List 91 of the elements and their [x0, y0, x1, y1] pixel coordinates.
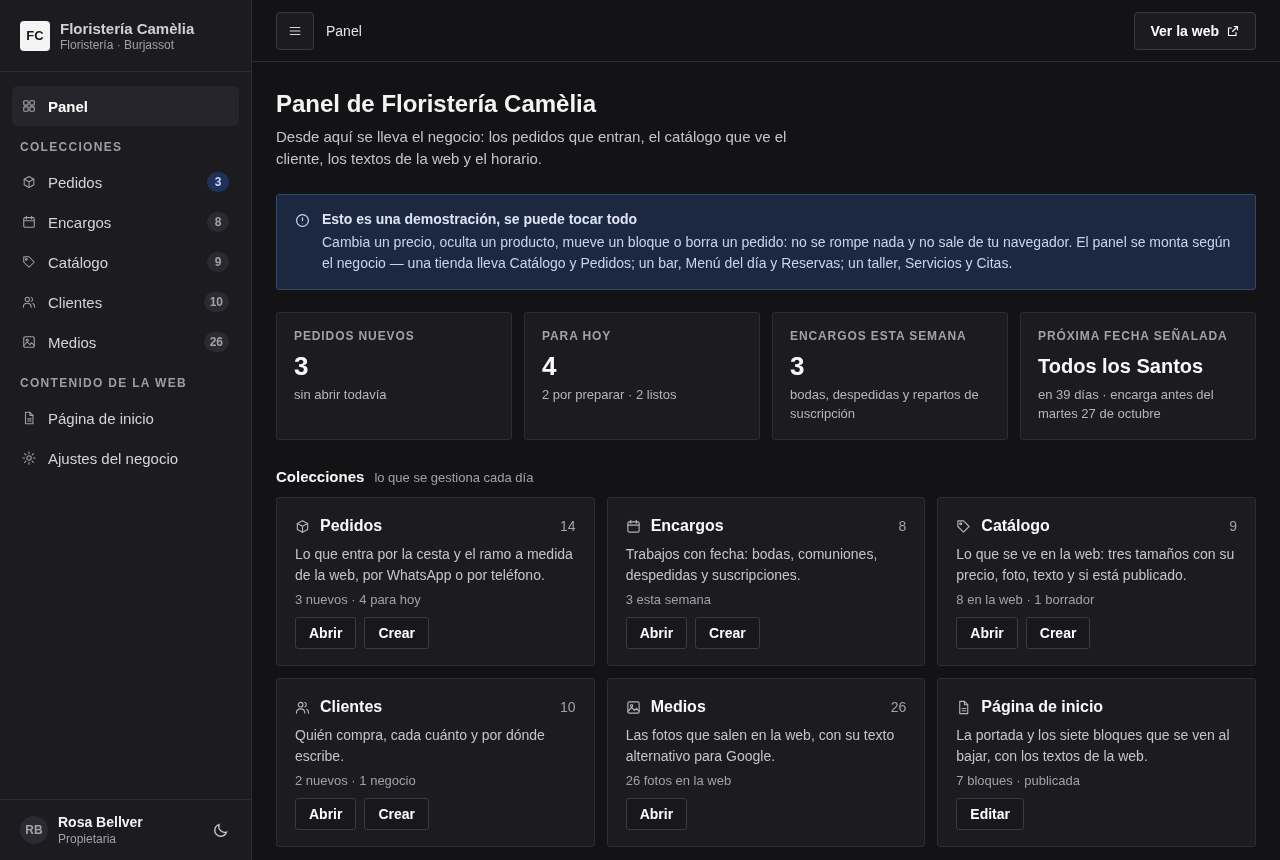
stat-value: Todos los Santos: [1038, 354, 1205, 379]
stat-label: PEDIDOS NUEVOS: [294, 329, 416, 343]
card-count: 10: [560, 699, 576, 715]
image-icon: [22, 335, 36, 349]
card-button[interactable]: Abrir: [295, 617, 357, 649]
nav-item[interactable]: Página de inicio: [12, 398, 239, 438]
notice-text: Cambia un precio, oculta un producto, mueve un bloque o borra un pedido: no se rompe nada y no sale de tu navegador. El panel se monta según el negocio — una tienda lleva Catálogo y Pedidos; un bar, Menú del día y Reservas; un taller, Servicios y Citas.: [322, 233, 1232, 273]
section-heading: COLECCIONES: [19, 139, 124, 156]
nav-item[interactable]: Ajustes del negocio: [12, 438, 239, 478]
box-icon: [22, 175, 36, 189]
sun-icon: [22, 451, 36, 465]
users-icon: [295, 699, 310, 715]
tag-icon: [956, 518, 972, 534]
info-icon: [295, 213, 310, 228]
stat-value: 3: [790, 351, 806, 381]
card-description: La portada y los siete bloques que se ven al bajar, con los textos de la web.: [956, 726, 1231, 766]
card-count: 9: [1229, 518, 1237, 534]
count-badge: 26: [203, 332, 229, 352]
page-description: Desde aquí se lleva el negocio: los pedidos que entran, el catálogo que ve el cliente, los textos de la web y el horario.: [276, 127, 788, 169]
stat-label: PARA HOY: [542, 329, 613, 343]
section-heading: CONTENIDO DE LA WEB: [19, 375, 188, 392]
card-meta: 3 nuevos · 4 para hoy: [295, 592, 422, 607]
card-count: 14: [560, 518, 576, 534]
card-button[interactable]: Crear: [695, 617, 760, 649]
users-icon: [22, 295, 36, 309]
notice-title: Esto es una demostración, se puede tocar todo: [322, 211, 639, 227]
card-button[interactable]: Crear: [1025, 617, 1091, 649]
user-role: Propietaria: [58, 832, 118, 846]
brand-subtitle: Floristería · Burjassot: [60, 37, 176, 52]
stat-note: bodas, despedidas y repartos de suscripción: [790, 386, 980, 423]
box-icon: [295, 518, 310, 534]
card-description: Trabajos con fecha: bodas, comuniones, despedidas y suscripciones.: [625, 545, 879, 585]
card-count: 8: [898, 518, 907, 534]
avatar: RB: [20, 816, 48, 844]
nav-item[interactable]: Encargos 8: [12, 202, 239, 242]
nav-item[interactable]: Pedidos 3: [12, 162, 239, 202]
card-meta: 26 fotos en la web: [625, 773, 733, 788]
count-badge: 9: [207, 252, 229, 272]
stat-value: 3: [294, 351, 310, 381]
section-title: Colecciones: [276, 468, 365, 485]
card-button[interactable]: Abrir: [625, 617, 688, 649]
stat-label: ENCARGOS ESTA SEMANA: [790, 329, 968, 343]
card-title: Catálogo: [981, 517, 1051, 535]
page-title: Panel de Floristería Camèlia: [276, 90, 598, 118]
card-button[interactable]: Abrir: [295, 798, 357, 830]
external-link-icon: [1227, 24, 1239, 37]
view-site-button[interactable]: Ver la web: [1133, 11, 1256, 50]
document-icon: [22, 411, 36, 425]
brand-name: Floristería Camèlia: [60, 19, 195, 37]
nav-item[interactable]: Clientes 10: [12, 282, 239, 322]
count-badge: 3: [207, 172, 229, 192]
card-title: Encargos: [650, 517, 725, 535]
section-subtitle: lo que se gestiona cada día: [374, 470, 534, 485]
calendar-icon: [625, 518, 641, 534]
count-badge: 8: [207, 212, 229, 232]
card-title: Pedidos: [320, 517, 384, 535]
card-meta: 7 bloques · publicada: [956, 773, 1081, 788]
nav-item[interactable]: Catálogo 9: [12, 242, 239, 282]
user-name: Rosa Bellver: [58, 814, 144, 830]
card-title: Página de inicio: [981, 698, 1105, 716]
card-description: Las fotos que salen en la web, con su texto alternativo para Google.: [625, 726, 896, 766]
card-count: 26: [890, 699, 907, 715]
card-button[interactable]: Crear: [364, 798, 430, 830]
grid-icon: [22, 99, 36, 113]
card-title: Clientes: [320, 698, 384, 716]
card-description: Quién compra, cada cuánto y por dónde escribe.: [295, 726, 546, 766]
image-icon: [625, 699, 641, 715]
stat-note: 2 por preparar · 2 listos: [542, 386, 678, 404]
card-button[interactable]: Abrir: [956, 617, 1018, 649]
stat-note: sin abrir todavía: [294, 386, 388, 404]
card-meta: 2 nuevos · 1 negocio: [295, 773, 417, 788]
moon-icon: [213, 822, 229, 838]
stat-value: 4: [542, 351, 558, 381]
card-description: Lo que entra por la cesta y el ramo a medida de la web, por WhatsApp o por teléfono.: [295, 545, 574, 585]
card-button[interactable]: Editar: [956, 798, 1024, 830]
card-button[interactable]: Abrir: [625, 798, 688, 830]
card-button[interactable]: Crear: [364, 617, 430, 649]
stat-note: en 39 días · encarga antes del martes 27 de octubre: [1038, 386, 1215, 423]
card-description: Lo que se ve en la web: tres tamaños con su precio, foto, texto y si está publicado.: [956, 545, 1236, 585]
breadcrumb: Panel: [326, 22, 363, 39]
nav-item[interactable]: Medios 26: [12, 322, 239, 362]
card-meta: 3 esta semana: [625, 592, 712, 607]
card-title: Medios: [650, 698, 707, 716]
logo: FC: [20, 20, 50, 51]
calendar-icon: [22, 215, 36, 229]
tag-icon: [22, 255, 36, 269]
card-meta: 8 en la web · 1 borrador: [956, 592, 1096, 607]
count-badge: 10: [203, 292, 229, 312]
stat-label: PRÓXIMA FECHA SEÑALADA: [1038, 329, 1229, 343]
menu-button[interactable]: [276, 11, 314, 50]
nav-item[interactable]: Panel: [12, 86, 239, 126]
